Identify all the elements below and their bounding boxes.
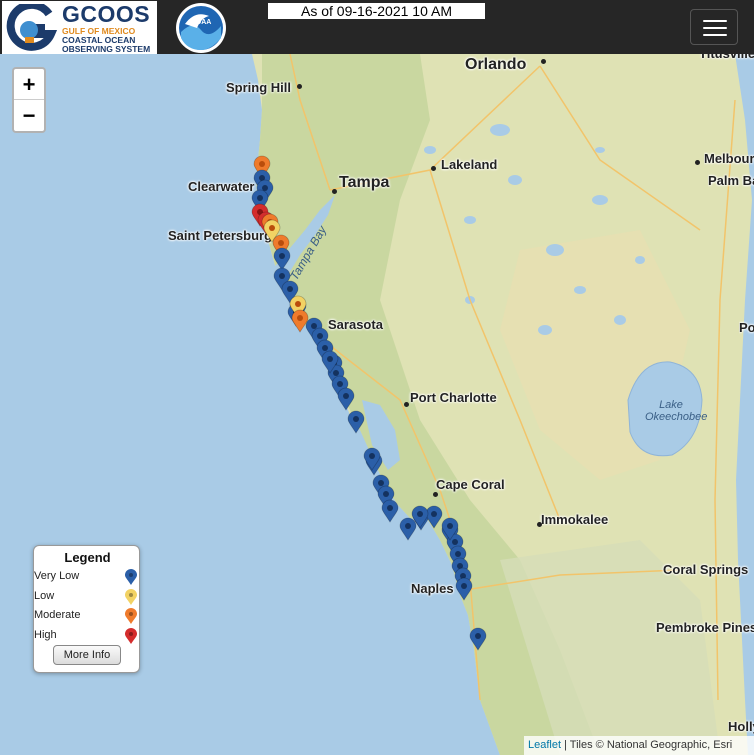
legend-item: High — [34, 627, 141, 645]
hab-marker-very-low[interactable] — [347, 410, 365, 434]
gcoos-g-logo-icon — [6, 4, 57, 51]
legend-item: Low — [34, 588, 141, 606]
hab-marker-very-low[interactable] — [337, 387, 355, 411]
noaa-logo-icon[interactable]: NOAA — [175, 2, 227, 54]
as-of-timestamp: As of 09-16-2021 10 AM — [268, 3, 485, 19]
legend-panel: Legend Very Low Low Moderate High More Info — [33, 545, 140, 673]
zoom-control: + − — [12, 67, 46, 133]
legend-item: Very Low — [34, 568, 141, 586]
legend-item-label: Very Low — [34, 570, 80, 582]
legend-item: Moderate — [34, 607, 141, 625]
legend-pin-icon — [125, 627, 137, 644]
gcoos-logo[interactable]: GCOOS GULF OF MEXICO COASTAL OCEAN OBSER… — [2, 1, 157, 54]
attribution-text: | Tiles © National Geographic, Esri — [561, 739, 733, 751]
logo-title: GCOOS — [62, 1, 151, 27]
menu-bar-icon — [703, 34, 727, 36]
hab-marker-very-low[interactable] — [273, 247, 291, 271]
hab-marker-very-low[interactable] — [469, 627, 487, 651]
hab-marker-very-low[interactable] — [455, 577, 473, 601]
hab-marker-moderate[interactable] — [291, 309, 309, 333]
legend-item-label: High — [34, 628, 57, 641]
hab-marker-very-low[interactable] — [399, 517, 417, 541]
legend-pin-icon — [125, 569, 137, 585]
more-info-button[interactable]: More Info — [53, 645, 121, 665]
hab-marker-very-low[interactable] — [425, 505, 443, 529]
hamburger-menu-button[interactable] — [690, 9, 738, 45]
legend-title: Legend — [64, 550, 111, 565]
map-attribution: Leaflet | Tiles © National Geographic, E… — [524, 736, 754, 755]
legend-item-label: Moderate — [34, 609, 81, 621]
leaflet-link[interactable]: Leaflet — [528, 739, 561, 751]
zoom-in-button[interactable]: + — [14, 69, 44, 100]
legend-item-label: Low — [34, 589, 55, 602]
menu-bar-icon — [703, 27, 727, 29]
hab-marker-very-low[interactable] — [381, 499, 399, 523]
top-navbar: GCOOS GULF OF MEXICO COASTAL OCEAN OBSER… — [0, 0, 754, 54]
logo-subtitle-3: OBSERVING SYSTEM — [62, 44, 151, 54]
legend-pin-icon — [125, 608, 137, 624]
svg-text:NOAA: NOAA — [191, 19, 212, 26]
legend-pin-icon — [125, 588, 137, 605]
menu-bar-icon — [703, 20, 727, 22]
zoom-out-button[interactable]: − — [14, 100, 44, 131]
